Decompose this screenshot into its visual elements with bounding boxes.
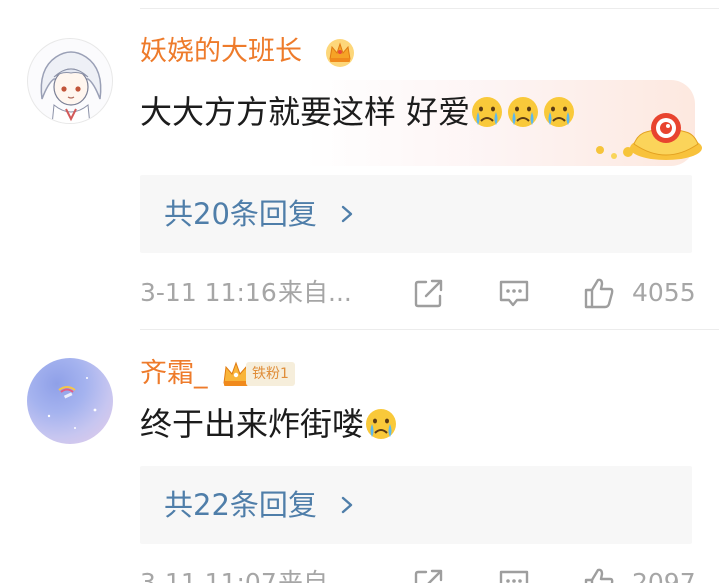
replies-count-label: 共22条回复 (164, 488, 317, 522)
comment-text: 终于出来炸街喽 (140, 404, 400, 444)
avatar[interactable] (27, 38, 113, 124)
fan-level-badge: 铁粉1 (246, 362, 295, 386)
like-icon[interactable] (582, 276, 616, 310)
top-divider (140, 8, 719, 9)
avatar[interactable] (27, 358, 113, 444)
username[interactable]: 齐霜_ (140, 358, 208, 390)
comment-source: 来自... (278, 278, 352, 307)
crying-emoji (544, 97, 575, 127)
share-icon[interactable] (412, 566, 446, 583)
comment-body: 大大方方就要这样 好爱 (140, 93, 471, 131)
comment-icon[interactable] (497, 566, 531, 583)
like-count: 2097 (632, 568, 696, 583)
view-replies-button[interactable]: 共20条回复 (140, 175, 692, 253)
comment-body: 终于出来炸街喽 (140, 405, 365, 443)
crying-emoji (366, 409, 397, 439)
like-icon[interactable] (582, 566, 616, 583)
view-replies-button[interactable]: 共22条回复 (140, 466, 692, 544)
username[interactable]: 妖娆的大班长 (140, 36, 302, 68)
comment-meta-row: 3-11 11:16 来自... 4055 (0, 273, 719, 313)
share-icon[interactable] (412, 276, 446, 310)
comment-icon[interactable] (497, 276, 531, 310)
comment-text: 大大方方就要这样 好爱 (140, 92, 578, 132)
crying-emoji-group (470, 93, 578, 131)
crying-emoji (508, 97, 539, 127)
crying-emoji (472, 97, 503, 127)
like-count: 4055 (632, 278, 696, 307)
chevron-right-icon (341, 205, 353, 223)
gold-ingot-decoration (596, 113, 702, 160)
comment-source: 来自 (278, 568, 329, 583)
comment-date: 3-11 11:07 (140, 568, 277, 583)
replies-count-label: 共20条回复 (164, 197, 317, 231)
crown-icon (326, 39, 354, 67)
comment-date: 3-11 11:16 (140, 278, 277, 307)
chevron-right-icon (341, 496, 353, 514)
comment-divider (140, 329, 719, 330)
comment-meta-row: 3-11 11:07 来自 2097 (0, 563, 719, 583)
